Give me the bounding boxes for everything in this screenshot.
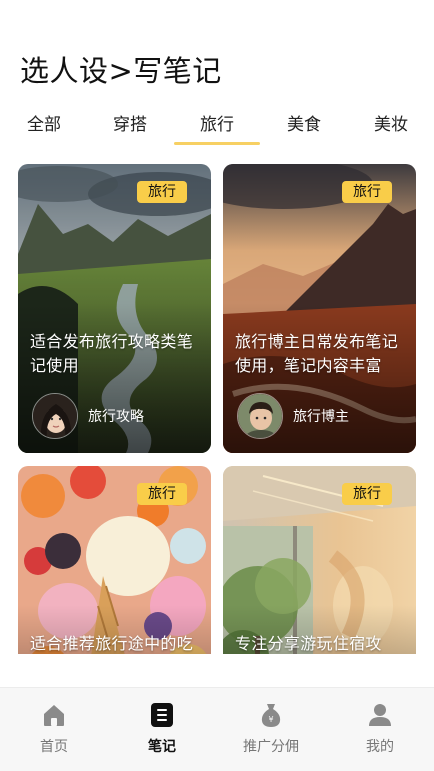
author-name: 旅行攻略	[88, 409, 144, 425]
card-description: 旅行博主日常发布笔记使用，笔记内容丰富	[235, 332, 399, 375]
category-badge: 旅行	[137, 181, 187, 203]
category-badge: 旅行	[342, 181, 392, 203]
tab-food[interactable]: 美食	[287, 110, 321, 135]
persona-card-travel-blogger[interactable]: 旅行 旅行博主日常发布笔记使用，笔记内容丰富 旅行博主	[223, 164, 416, 453]
home-icon	[44, 705, 64, 726]
author-name: 旅行博主	[293, 409, 349, 425]
persona-author: 旅行博主	[237, 392, 349, 440]
tab-outfit[interactable]: 穿搭	[113, 110, 147, 135]
card-description: 适合推荐旅行途中的吃	[30, 634, 194, 653]
svg-text:¥: ¥	[268, 715, 273, 724]
nav-profile[interactable]: 我的	[340, 702, 420, 756]
note-icon	[151, 703, 173, 727]
nav-notes-label: 笔记	[148, 739, 176, 755]
tab-travel[interactable]: 旅行	[200, 110, 234, 135]
persona-grid: 旅行 适合发布旅行攻略类笔记使用 旅行攻略 旅行 旅行博主日常发布笔记使用，笔记…	[18, 164, 416, 654]
category-badge: 旅行	[342, 483, 392, 505]
avatar	[32, 393, 78, 439]
nav-notes[interactable]: 笔记	[122, 702, 202, 756]
nav-home[interactable]: 首页	[14, 702, 94, 756]
page-title: 选人设>写笔记	[20, 54, 222, 88]
avatar	[237, 393, 283, 439]
bottom-navigation: 首页 笔记 ¥ 推广分佣 我的	[0, 687, 434, 771]
persona-card-travel-guide[interactable]: 旅行 适合发布旅行攻略类笔记使用 旅行攻略	[18, 164, 211, 453]
persona-author: 旅行攻略	[32, 392, 144, 440]
category-badge: 旅行	[137, 483, 187, 505]
nav-promotion[interactable]: ¥ 推广分佣	[231, 702, 311, 756]
active-tab-indicator	[174, 142, 260, 145]
nav-profile-label: 我的	[366, 739, 394, 755]
persona-card-travel-stay[interactable]: 旅行 专注分享游玩住宿攻	[223, 466, 416, 654]
persona-card-travel-food[interactable]: 旅行 适合推荐旅行途中的吃	[18, 466, 211, 654]
card-description: 适合发布旅行攻略类笔记使用	[30, 332, 194, 375]
money-bag-icon: ¥	[261, 704, 281, 727]
tab-all[interactable]: 全部	[27, 110, 61, 135]
category-tabs: 全部 穿搭 旅行 美食 美妆	[0, 106, 434, 146]
user-icon	[369, 704, 391, 726]
card-description: 专注分享游玩住宿攻	[235, 634, 382, 653]
nav-home-label: 首页	[40, 739, 68, 755]
nav-promotion-label: 推广分佣	[243, 739, 299, 755]
tab-beauty[interactable]: 美妆	[374, 110, 408, 135]
